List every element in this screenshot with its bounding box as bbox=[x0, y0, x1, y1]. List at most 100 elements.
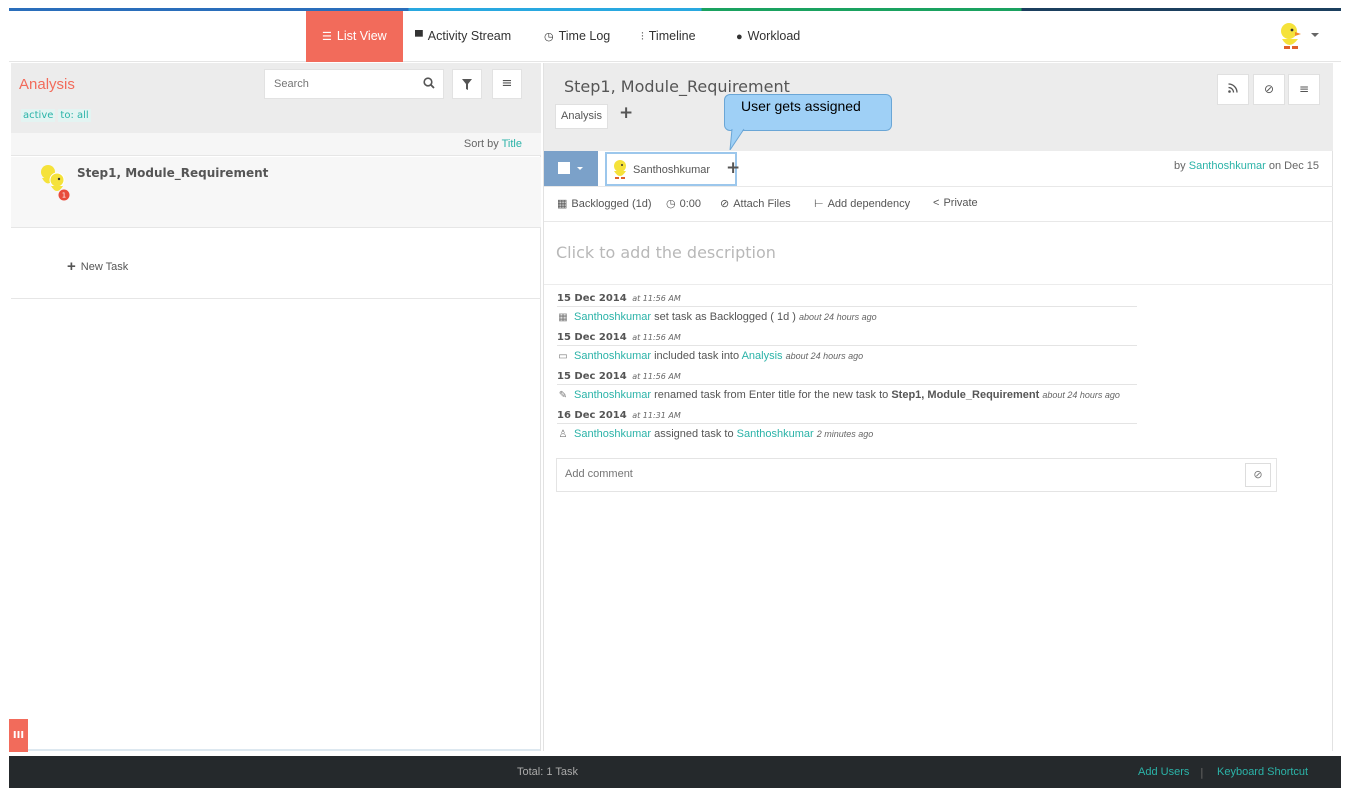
total-count: Total: 1 Task bbox=[517, 766, 578, 778]
paperclip-icon: ⊘ bbox=[720, 198, 730, 210]
filter-icon bbox=[462, 79, 472, 90]
detail-menu-button[interactable]: ≡ bbox=[1288, 74, 1320, 105]
panel-divider bbox=[11, 749, 540, 751]
chevron-down-icon[interactable] bbox=[1311, 33, 1319, 37]
pencil-icon: ✎ bbox=[558, 390, 568, 401]
activity-date: 15 Dec 2014 at 11:56 AM bbox=[557, 293, 681, 304]
search-input[interactable] bbox=[265, 70, 405, 98]
sliders-icon: ⫶ bbox=[641, 31, 644, 43]
menu-icon: ≡ bbox=[1298, 82, 1310, 96]
chevron-down-icon bbox=[577, 167, 583, 170]
rss-button[interactable] bbox=[1217, 74, 1249, 105]
activity-item: ▦ Santhoshkumar set task as Backlogged ( … bbox=[557, 306, 1137, 330]
activity-date: 16 Dec 2014 at 11:31 AM bbox=[557, 410, 681, 421]
footer-separator: | bbox=[1200, 766, 1204, 779]
menu-icon: ≡ bbox=[501, 76, 513, 91]
task-badge-count: 1 bbox=[62, 192, 66, 200]
activity-item: ♙ Santhoshkumar assigned task to Santhosh… bbox=[557, 423, 1137, 447]
project-tag[interactable]: Analysis bbox=[555, 104, 608, 129]
checkbox-icon bbox=[558, 162, 570, 174]
nav-timeline[interactable]: ⫶ Timeline bbox=[641, 11, 696, 62]
sort-bar: Sort by Title bbox=[11, 133, 541, 156]
list-menu-button[interactable]: ≡ bbox=[492, 69, 522, 99]
search-box bbox=[264, 69, 444, 99]
filter-to-all[interactable]: to: all bbox=[58, 109, 91, 122]
nav-workload[interactable]: ● Workload bbox=[736, 11, 800, 62]
user-assign-icon: ♙ bbox=[558, 429, 568, 440]
task-row[interactable]: 1 Step1, Module_Requirement bbox=[11, 157, 541, 228]
created-by: by Santhoshkumar on Dec 15 bbox=[1174, 160, 1319, 172]
filter-active[interactable]: active bbox=[21, 109, 56, 122]
task-properties: ▦ Backlogged (1d) ◷ 0:00 ⊘ Attach Files ⊢ Ad… bbox=[544, 187, 1333, 222]
assignee-avatar bbox=[614, 160, 626, 179]
share-icon: < bbox=[933, 197, 940, 209]
list-icon: ☰ bbox=[322, 31, 332, 43]
plus-icon: + bbox=[67, 258, 76, 275]
time-tracker[interactable]: ◷ 0:00 bbox=[666, 197, 701, 210]
project-title[interactable]: Analysis bbox=[19, 76, 75, 93]
top-nav: ☰ List View ▀ Activity Stream ◷ Time Log ⫶ T… bbox=[9, 11, 1341, 62]
keyboard-shortcut-link[interactable]: Keyboard Shortcut bbox=[1217, 766, 1308, 778]
assign-row: Santhoshkumar + by Santhoshkumar on Dec … bbox=[544, 151, 1333, 187]
nav-list-view[interactable]: ☰ List View bbox=[306, 11, 403, 62]
callout-annotation: User gets assigned bbox=[724, 94, 892, 131]
description-field[interactable]: Click to add the description bbox=[556, 243, 776, 262]
activity-log: 15 Dec 2014 at 11:56 AM ▦ Santhoshkumar s… bbox=[557, 291, 1137, 447]
divider bbox=[544, 284, 1333, 285]
new-task-row: + New Task bbox=[11, 229, 541, 299]
rss-icon bbox=[1228, 83, 1238, 93]
privacy-toggle[interactable]: < Private bbox=[933, 197, 978, 209]
sort-control[interactable]: Sort by Title bbox=[464, 138, 522, 150]
callout-pointer bbox=[729, 128, 745, 150]
comment-box: ⊘ bbox=[556, 458, 1277, 492]
clock-icon: ◷ bbox=[666, 198, 676, 210]
calendar-icon: ▦ bbox=[557, 198, 568, 210]
add-users-link[interactable]: Add Users bbox=[1138, 766, 1189, 778]
link-icon: ⊘ bbox=[1263, 82, 1275, 96]
calendar-icon: ▦ bbox=[558, 312, 568, 323]
task-title[interactable]: Step1, Module_Requirement bbox=[77, 166, 268, 180]
assignee-name: Santhoshkumar bbox=[633, 164, 711, 176]
add-tag-plus-icon[interactable]: + bbox=[619, 103, 633, 123]
user-avatar[interactable] bbox=[1277, 21, 1305, 51]
footer-bar: Total: 1 Task Add Users | Keyboard Short… bbox=[9, 756, 1341, 788]
assignee-chip[interactable]: Santhoshkumar bbox=[605, 152, 737, 186]
comment-input[interactable] bbox=[557, 459, 1207, 489]
list-header: Analysis activeto: all ≡ bbox=[11, 63, 541, 133]
activity-project-link[interactable]: Analysis bbox=[742, 350, 783, 362]
activity-item: ✎ Santhoshkumar renamed task from Enter t… bbox=[557, 384, 1137, 408]
attach-comment-button[interactable]: ⊘ bbox=[1245, 463, 1271, 487]
task-avatar: 1 bbox=[41, 165, 70, 201]
add-dependency-button[interactable]: ⊢ Add dependency bbox=[814, 197, 910, 210]
status-backlog[interactable]: ▦ Backlogged (1d) bbox=[557, 197, 652, 210]
sidebar-toggle-button[interactable]: III bbox=[9, 719, 28, 752]
sort-field[interactable]: Title bbox=[502, 138, 522, 150]
bars-icon: III bbox=[12, 730, 25, 741]
activity-assignee-link[interactable]: Santhoshkumar bbox=[737, 428, 814, 440]
search-icon[interactable] bbox=[423, 77, 435, 89]
attach-files-button[interactable]: ⊘ Attach Files bbox=[720, 197, 791, 210]
new-task-button[interactable]: + New Task bbox=[67, 257, 128, 275]
activity-user-link[interactable]: Santhoshkumar bbox=[574, 428, 651, 440]
nav-time-log[interactable]: ◷ Time Log bbox=[544, 11, 610, 62]
task-detail-panel: Step1, Module_Requirement Analysis + ⊘ ≡ bbox=[543, 63, 1333, 751]
detail-header: Step1, Module_Requirement Analysis + ⊘ ≡ bbox=[544, 63, 1333, 151]
paperclip-icon: ⊘ bbox=[1253, 468, 1263, 481]
dependency-icon: ⊢ bbox=[814, 198, 824, 210]
activity-item: ▭ Santhoshkumar included task into Analys… bbox=[557, 345, 1137, 369]
user-icon: ● bbox=[736, 31, 743, 43]
comment-icon: ▀ bbox=[415, 31, 423, 43]
activity-date: 15 Dec 2014 at 11:56 AM bbox=[557, 332, 681, 343]
add-assignee-plus-icon[interactable]: + bbox=[726, 158, 740, 178]
nav-activity-stream[interactable]: ▀ Activity Stream bbox=[415, 11, 511, 62]
filter-button[interactable] bbox=[452, 69, 482, 99]
task-list-panel: Analysis activeto: all ≡ Sort by Title bbox=[11, 63, 541, 751]
activity-user-link[interactable]: Santhoshkumar bbox=[574, 389, 651, 401]
creator-link[interactable]: Santhoshkumar bbox=[1189, 160, 1266, 172]
status-dropdown[interactable] bbox=[544, 151, 598, 186]
activity-date: 15 Dec 2014 at 11:56 AM bbox=[557, 371, 681, 382]
activity-user-link[interactable]: Santhoshkumar bbox=[574, 311, 651, 323]
clock-icon: ◷ bbox=[544, 31, 554, 43]
link-button[interactable]: ⊘ bbox=[1253, 74, 1285, 105]
activity-user-link[interactable]: Santhoshkumar bbox=[574, 350, 651, 362]
